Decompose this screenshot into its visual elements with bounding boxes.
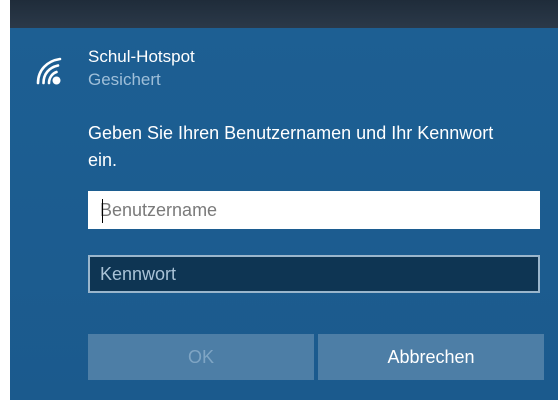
username-placeholder: Benutzername — [100, 200, 218, 220]
taskbar-strip — [10, 0, 558, 28]
password-placeholder: Kennwort — [100, 264, 177, 284]
network-name: Schul-Hotspot — [88, 47, 195, 66]
network-status: Gesichert — [88, 70, 161, 89]
text-cursor — [102, 199, 103, 223]
wifi-icon — [34, 53, 68, 87]
username-field[interactable]: Benutzername — [88, 191, 540, 229]
credentials-prompt: Geben Sie Ihren Benutzernamen und Ihr Ke… — [88, 123, 494, 170]
cancel-button[interactable]: Abbrechen — [318, 334, 544, 380]
network-login-panel: Schul-Hotspot Gesichert Geben Sie Ihren … — [10, 28, 558, 400]
password-field[interactable]: Kennwort — [88, 255, 540, 293]
ok-button[interactable]: OK — [88, 334, 314, 380]
screen: Schul-Hotspot Gesichert Geben Sie Ihren … — [0, 0, 558, 400]
